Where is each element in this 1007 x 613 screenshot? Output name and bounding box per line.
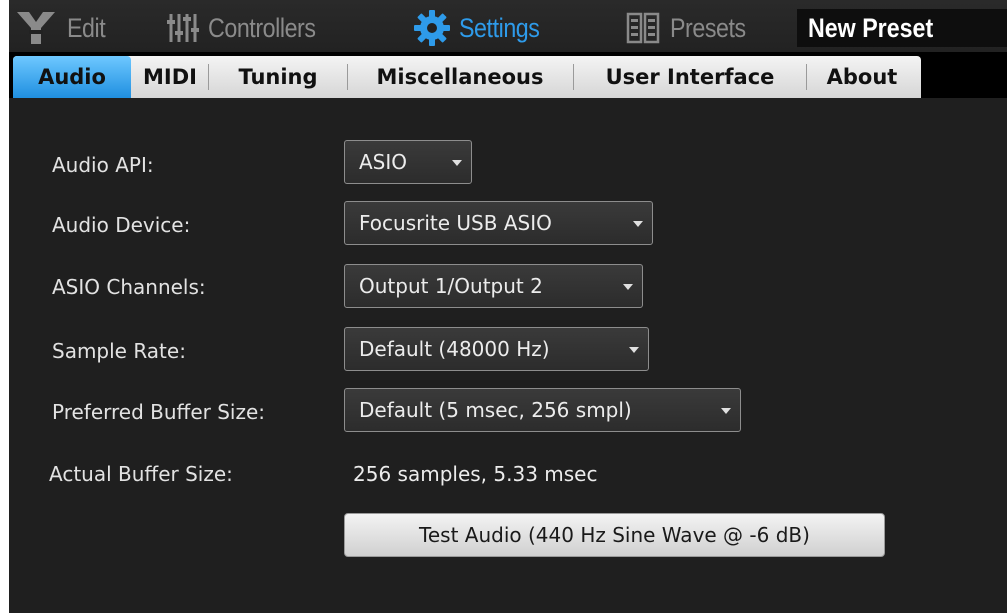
tab-user-interface[interactable]: User Interface xyxy=(574,56,806,98)
audio-api-value: ASIO xyxy=(359,150,408,174)
tab-audio[interactable]: Audio xyxy=(13,56,131,98)
preset-name-field[interactable]: New Preset xyxy=(797,9,1007,47)
audio-device-value: Focusrite USB ASIO xyxy=(359,211,552,235)
sample-rate-value: Default (48000 Hz) xyxy=(359,337,550,361)
settings-label: Settings xyxy=(459,12,540,43)
preferred-buffer-value: Default (5 msec, 256 smpl) xyxy=(359,398,632,422)
asio-channels-label: ASIO Channels: xyxy=(52,275,206,299)
presets-label: Presets xyxy=(670,12,746,43)
tab-miscellaneous[interactable]: Miscellaneous xyxy=(348,56,572,98)
tab-midi[interactable]: MIDI xyxy=(133,56,207,98)
gear-icon xyxy=(413,9,451,47)
audio-settings-panel: Audio API: ASIO Audio Device: Focusrite … xyxy=(9,98,1007,613)
chevron-down-icon xyxy=(629,347,639,353)
settings-tab-bar: Audio MIDI Tuning Miscellaneous User Int… xyxy=(9,52,1007,98)
audio-api-select[interactable]: ASIO xyxy=(344,140,472,184)
audio-device-label: Audio Device: xyxy=(52,213,191,237)
edit-tab-button[interactable]: Edit xyxy=(15,9,112,47)
tab-about[interactable]: About xyxy=(807,56,917,98)
chevron-down-icon xyxy=(452,160,462,166)
sliders-icon xyxy=(166,11,200,45)
edit-label: Edit xyxy=(67,12,106,43)
audio-api-label: Audio API: xyxy=(52,153,154,177)
controllers-label: Controllers xyxy=(208,12,316,43)
presets-tab-button[interactable]: Presets xyxy=(626,9,758,47)
controllers-tab-button[interactable]: Controllers xyxy=(166,9,333,47)
preferred-buffer-select[interactable]: Default (5 msec, 256 smpl) xyxy=(344,388,741,432)
test-audio-button[interactable]: Test Audio (440 Hz Sine Wave @ -6 dB) xyxy=(344,513,885,557)
sample-rate-select[interactable]: Default (48000 Hz) xyxy=(344,327,649,371)
audio-device-select[interactable]: Focusrite USB ASIO xyxy=(344,201,653,245)
actual-buffer-label: Actual Buffer Size: xyxy=(49,462,233,486)
tab-tuning[interactable]: Tuning xyxy=(209,56,347,98)
chevron-down-icon xyxy=(623,284,633,290)
preferred-buffer-label: Preferred Buffer Size: xyxy=(52,400,266,424)
preset-name-text: New Preset xyxy=(808,12,934,43)
settings-window: Edit Controllers Settings Presets New Pr… xyxy=(9,0,1007,613)
asio-channels-select[interactable]: Output 1/Output 2 xyxy=(344,264,643,308)
y-logo-icon xyxy=(15,10,57,46)
settings-tab-button[interactable]: Settings xyxy=(413,9,553,47)
asio-channels-value: Output 1/Output 2 xyxy=(359,274,543,298)
sample-rate-label: Sample Rate: xyxy=(52,339,186,363)
presets-icon xyxy=(626,12,660,44)
chevron-down-icon xyxy=(633,221,643,227)
top-toolbar: Edit Controllers Settings Presets New Pr… xyxy=(9,0,1007,52)
chevron-down-icon xyxy=(721,408,731,414)
actual-buffer-value: 256 samples, 5.33 msec xyxy=(353,462,598,486)
